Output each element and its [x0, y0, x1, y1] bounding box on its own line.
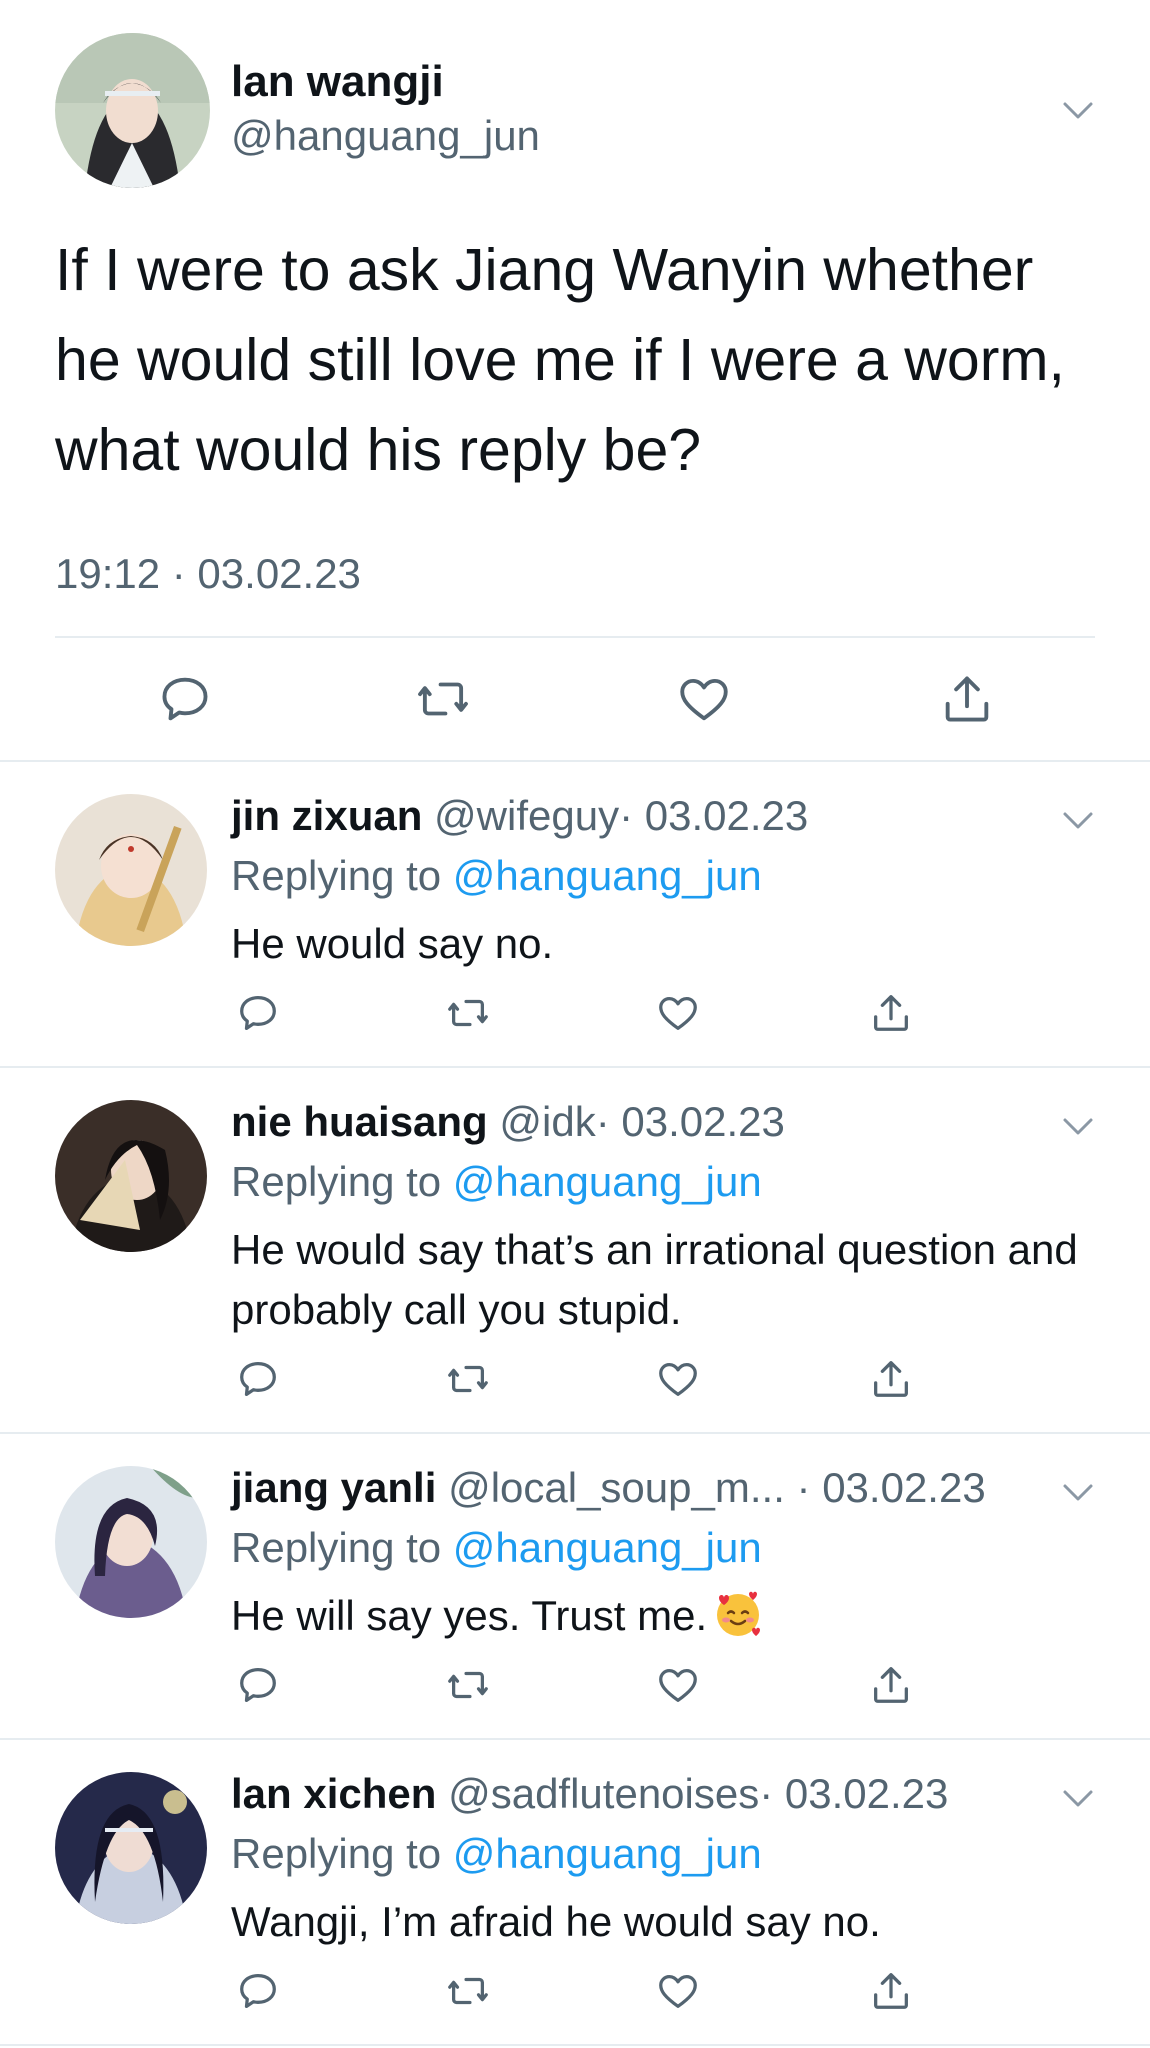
reply-author-handle[interactable]: @sadflutenoises	[448, 1770, 759, 1817]
reply-text-container: He will say yes. Trust me.	[231, 1586, 1111, 1646]
reply-header: lan xichen @sadflutenoises· 03.02.23	[231, 1768, 948, 1820]
speech-bubble-icon[interactable]	[235, 990, 281, 1036]
heart-icon[interactable]	[655, 1968, 701, 2014]
reply-author-name[interactable]: jin zixuan	[231, 792, 422, 839]
replying-to-label: Replying to	[231, 1524, 442, 1571]
heart-icon[interactable]	[675, 670, 733, 728]
speech-bubble-icon[interactable]	[235, 1356, 281, 1402]
reply-text: He would say no.	[231, 920, 554, 967]
chevron-down-icon[interactable]	[1060, 1474, 1096, 1510]
avatar-jiang-yanli[interactable]	[55, 1466, 207, 1618]
reply-tweet[interactable]: jiang yanli @local_soup_m... · 03.02.23 …	[0, 1434, 1150, 1740]
retweet-icon[interactable]	[445, 990, 491, 1036]
replying-to-mention[interactable]: @hanguang_jun	[453, 852, 762, 899]
chevron-down-icon[interactable]	[1060, 92, 1096, 128]
replying-to-mention[interactable]: @hanguang_jun	[453, 1524, 762, 1571]
reply-author-handle[interactable]: @wifeguy	[434, 792, 619, 839]
reply-text: Wangji, I’m afraid he would say no.	[231, 1898, 881, 1945]
replying-to-mention[interactable]: @hanguang_jun	[453, 1158, 762, 1205]
reply-date[interactable]: · 03.02.23	[759, 1770, 948, 1817]
avatar-lan-xichen[interactable]	[55, 1772, 207, 1924]
reply-author-name[interactable]: nie huaisang	[231, 1098, 488, 1145]
avatar-jin-zixuan[interactable]	[55, 794, 207, 946]
divider	[55, 636, 1095, 638]
share-icon[interactable]	[868, 1968, 914, 2014]
chevron-down-icon[interactable]	[1060, 802, 1096, 838]
replying-to-mention[interactable]: @hanguang_jun	[453, 1830, 762, 1877]
tweet-text: If I were to ask Jiang Wanyin whether he…	[55, 237, 1065, 483]
retweet-icon[interactable]	[445, 1356, 491, 1402]
heart-icon[interactable]	[655, 1356, 701, 1402]
reply-author-name[interactable]: lan xichen	[231, 1770, 436, 1817]
reply-date[interactable]: · 03.02.23	[596, 1098, 785, 1145]
reply-header: nie huaisang @idk· 03.02.23	[231, 1096, 785, 1148]
reply-author-name[interactable]: jiang yanli	[231, 1464, 436, 1511]
main-tweet: lan wangji @hanguang_jun If I were to as…	[0, 0, 1150, 762]
tweet-timestamp[interactable]: 19:12 · 03.02.23	[55, 548, 361, 600]
author-name[interactable]: lan wangji	[231, 56, 444, 108]
replying-to-label: Replying to	[231, 852, 442, 899]
chevron-down-icon[interactable]	[1060, 1780, 1096, 1816]
speech-bubble-icon[interactable]	[235, 1662, 281, 1708]
reply-tweet[interactable]: lan xichen @sadflutenoises· 03.02.23 Rep…	[0, 1740, 1150, 2046]
author-handle[interactable]: @hanguang_jun	[231, 110, 540, 162]
retweet-icon[interactable]	[414, 670, 472, 728]
share-icon[interactable]	[868, 1662, 914, 1708]
share-icon[interactable]	[868, 1356, 914, 1402]
smiling-face-with-hearts-icon	[711, 1586, 765, 1640]
reply-header: jin zixuan @wifeguy· 03.02.23	[231, 790, 808, 842]
reply-date[interactable]: · 03.02.23	[797, 1464, 986, 1511]
replying-to-label: Replying to	[231, 1830, 442, 1877]
reply-author-handle[interactable]: @local_soup_m...	[448, 1464, 785, 1511]
reply-author-handle[interactable]: @idk	[499, 1098, 595, 1145]
retweet-icon[interactable]	[445, 1662, 491, 1708]
avatar-lan-wangji[interactable]	[55, 33, 210, 188]
replying-to: Replying to @hanguang_jun	[231, 1522, 762, 1574]
tweet-thread: lan wangji @hanguang_jun If I were to as…	[0, 0, 1150, 2048]
replying-to: Replying to @hanguang_jun	[231, 1156, 762, 1208]
retweet-icon[interactable]	[445, 1968, 491, 2014]
reply-tweet[interactable]: jin zixuan @wifeguy· 03.02.23 Replying t…	[0, 762, 1150, 1068]
share-icon[interactable]	[868, 990, 914, 1036]
replying-to-label: Replying to	[231, 1158, 442, 1205]
reply-header: jiang yanli @local_soup_m... · 03.02.23	[231, 1462, 986, 1514]
reply-text: He would say that’s an irrational questi…	[231, 1226, 1078, 1333]
reply-text: He will say yes. Trust me.	[231, 1592, 708, 1639]
reply-tweet[interactable]: nie huaisang @idk· 03.02.23 Replying to …	[0, 1068, 1150, 1434]
heart-icon[interactable]	[655, 1662, 701, 1708]
replying-to: Replying to @hanguang_jun	[231, 1828, 762, 1880]
avatar-nie-huaisang[interactable]	[55, 1100, 207, 1252]
speech-bubble-icon[interactable]	[235, 1968, 281, 2014]
share-icon[interactable]	[938, 670, 996, 728]
heart-icon[interactable]	[655, 990, 701, 1036]
chevron-down-icon[interactable]	[1060, 1108, 1096, 1144]
reply-date[interactable]: · 03.02.23	[619, 792, 808, 839]
replying-to: Replying to @hanguang_jun	[231, 850, 762, 902]
speech-bubble-icon[interactable]	[156, 670, 214, 728]
